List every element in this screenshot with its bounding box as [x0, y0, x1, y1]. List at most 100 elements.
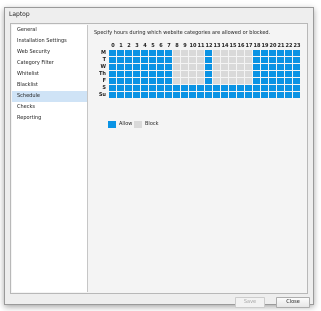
schedule-cell[interactable]	[285, 64, 292, 70]
schedule-cell[interactable]	[205, 57, 212, 63]
schedule-cell[interactable]	[229, 50, 236, 56]
schedule-cell[interactable]	[205, 78, 212, 84]
schedule-cell[interactable]	[261, 64, 268, 70]
schedule-cell[interactable]	[261, 71, 268, 77]
schedule-cell[interactable]	[125, 57, 132, 63]
schedule-cell[interactable]	[117, 85, 124, 91]
schedule-cell[interactable]	[165, 64, 172, 70]
schedule-cell[interactable]	[221, 85, 228, 91]
schedule-cell[interactable]	[221, 50, 228, 56]
schedule-cell[interactable]	[253, 85, 260, 91]
schedule-cell[interactable]	[197, 64, 204, 70]
schedule-cell[interactable]	[221, 64, 228, 70]
schedule-cell[interactable]	[285, 85, 292, 91]
schedule-cell[interactable]	[157, 71, 164, 77]
schedule-cell[interactable]	[285, 57, 292, 63]
schedule-cell[interactable]	[253, 92, 260, 98]
schedule-cell[interactable]	[237, 92, 244, 98]
schedule-cell[interactable]	[269, 57, 276, 63]
schedule-cell[interactable]	[293, 57, 300, 63]
schedule-cell[interactable]	[149, 57, 156, 63]
schedule-cell[interactable]	[125, 71, 132, 77]
schedule-cell[interactable]	[213, 92, 220, 98]
schedule-cell[interactable]	[213, 78, 220, 84]
schedule-cell[interactable]	[245, 50, 252, 56]
schedule-cell[interactable]	[245, 92, 252, 98]
schedule-cell[interactable]	[229, 71, 236, 77]
sidebar-item-reporting[interactable]: Reporting	[12, 113, 87, 124]
schedule-cell[interactable]	[197, 85, 204, 91]
schedule-cell[interactable]	[165, 92, 172, 98]
schedule-cell[interactable]	[133, 64, 140, 70]
schedule-cell[interactable]	[253, 78, 260, 84]
schedule-cell[interactable]	[205, 71, 212, 77]
schedule-cell[interactable]	[133, 78, 140, 84]
schedule-cell[interactable]	[245, 85, 252, 91]
schedule-cell[interactable]	[213, 50, 220, 56]
schedule-cell[interactable]	[213, 71, 220, 77]
schedule-cell[interactable]	[261, 92, 268, 98]
schedule-cell[interactable]	[165, 71, 172, 77]
schedule-cell[interactable]	[109, 50, 116, 56]
schedule-cell[interactable]	[109, 78, 116, 84]
schedule-cell[interactable]	[189, 50, 196, 56]
schedule-cell[interactable]	[181, 64, 188, 70]
schedule-cell[interactable]	[269, 78, 276, 84]
schedule-cell[interactable]	[157, 85, 164, 91]
schedule-cell[interactable]	[109, 92, 116, 98]
schedule-cell[interactable]	[149, 85, 156, 91]
schedule-cell[interactable]	[109, 85, 116, 91]
sidebar-item-installation-settings[interactable]: Installation Settings	[12, 36, 87, 47]
schedule-cell[interactable]	[261, 50, 268, 56]
schedule-cell[interactable]	[189, 92, 196, 98]
sidebar-item-general[interactable]: General	[12, 25, 87, 36]
schedule-cell[interactable]	[229, 92, 236, 98]
schedule-cell[interactable]	[141, 85, 148, 91]
schedule-cell[interactable]	[189, 71, 196, 77]
schedule-cell[interactable]	[117, 71, 124, 77]
schedule-cell[interactable]	[181, 92, 188, 98]
schedule-cell[interactable]	[205, 92, 212, 98]
schedule-cell[interactable]	[221, 71, 228, 77]
schedule-cell[interactable]	[221, 92, 228, 98]
schedule-cell[interactable]	[237, 57, 244, 63]
schedule-cell[interactable]	[157, 92, 164, 98]
schedule-cell[interactable]	[237, 78, 244, 84]
schedule-cell[interactable]	[245, 71, 252, 77]
schedule-cell[interactable]	[189, 85, 196, 91]
sidebar-item-checks[interactable]: Checks	[12, 102, 87, 113]
schedule-cell[interactable]	[125, 64, 132, 70]
schedule-cell[interactable]	[149, 71, 156, 77]
schedule-cell[interactable]	[149, 50, 156, 56]
schedule-cell[interactable]	[197, 50, 204, 56]
schedule-cell[interactable]	[173, 57, 180, 63]
schedule-cell[interactable]	[229, 85, 236, 91]
schedule-cell[interactable]	[205, 64, 212, 70]
sidebar-item-schedule[interactable]: Schedule	[12, 91, 87, 102]
schedule-cell[interactable]	[133, 57, 140, 63]
schedule-cell[interactable]	[141, 92, 148, 98]
schedule-cell[interactable]	[125, 50, 132, 56]
schedule-cell[interactable]	[181, 85, 188, 91]
schedule-cell[interactable]	[245, 57, 252, 63]
schedule-cell[interactable]	[253, 50, 260, 56]
schedule-cell[interactable]	[149, 64, 156, 70]
schedule-cell[interactable]	[149, 92, 156, 98]
schedule-cell[interactable]	[269, 64, 276, 70]
schedule-cell[interactable]	[205, 85, 212, 91]
schedule-cell[interactable]	[181, 78, 188, 84]
schedule-cell[interactable]	[125, 92, 132, 98]
schedule-cell[interactable]	[141, 78, 148, 84]
schedule-cell[interactable]	[285, 50, 292, 56]
schedule-cell[interactable]	[269, 85, 276, 91]
schedule-cell[interactable]	[277, 92, 284, 98]
schedule-cell[interactable]	[269, 71, 276, 77]
schedule-cell[interactable]	[197, 78, 204, 84]
schedule-cell[interactable]	[173, 78, 180, 84]
schedule-cell[interactable]	[173, 50, 180, 56]
schedule-cell[interactable]	[205, 50, 212, 56]
schedule-cell[interactable]	[261, 85, 268, 91]
schedule-cell[interactable]	[245, 78, 252, 84]
schedule-cell[interactable]	[157, 78, 164, 84]
schedule-cell[interactable]	[237, 71, 244, 77]
